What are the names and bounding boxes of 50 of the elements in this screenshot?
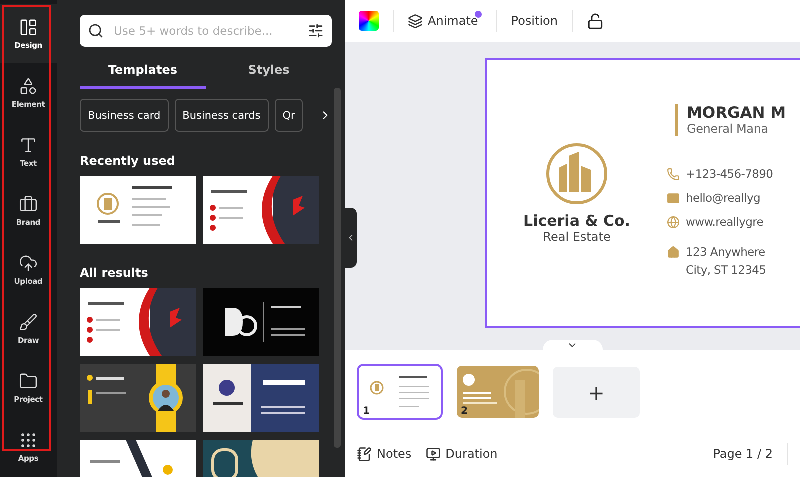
company-tagline: Real Estate xyxy=(543,230,611,244)
scrollbar[interactable] xyxy=(334,88,341,448)
search-icon xyxy=(88,23,104,39)
sidebar-icon xyxy=(19,136,38,154)
business-card[interactable]: Liceria & Co. Real Estate MORGAN M General Mana +123-456-7890 hello@reallyg www.reallygre 123 Anywhere City, ST 12345 xyxy=(485,58,800,328)
contact-text: 123 Anywhere xyxy=(686,244,766,261)
page-indicator[interactable]: Page 1 / 2 xyxy=(713,447,773,461)
job-title: General Mana xyxy=(687,122,770,136)
page-thumbnail[interactable]: 2 xyxy=(455,364,541,420)
home-icon xyxy=(667,246,680,259)
page-number: 1 xyxy=(363,406,370,417)
animate-icon xyxy=(408,14,423,28)
tab[interactable]: Templates xyxy=(80,55,206,89)
filter-chip[interactable]: Qr xyxy=(274,99,304,132)
sidebar-icon xyxy=(19,312,38,332)
contact-text: City, ST 12345 xyxy=(686,262,766,279)
add-page-button[interactable]: + xyxy=(553,367,640,418)
collapse-handle[interactable] xyxy=(345,208,357,268)
globe-icon xyxy=(667,216,680,229)
animate-button[interactable]: Animate xyxy=(408,14,478,28)
tab[interactable]: Styles xyxy=(206,55,332,89)
section-heading: Recently used xyxy=(80,154,176,168)
building-logo xyxy=(545,142,609,206)
person-name: MORGAN M xyxy=(687,104,788,122)
contact-text: +123-456-7890 xyxy=(686,166,774,183)
lock-icon[interactable] xyxy=(587,12,604,30)
page-number: 2 xyxy=(461,406,468,417)
duration-icon xyxy=(426,446,441,462)
filter-chip[interactable]: Business card xyxy=(80,99,169,132)
page-thumbnail[interactable]: 1 xyxy=(357,364,443,420)
position-button[interactable]: Position xyxy=(511,14,558,28)
phone-icon xyxy=(667,168,680,181)
contact-text: www.reallygre xyxy=(686,214,764,231)
sidebar-icon xyxy=(19,430,38,450)
filter-icon xyxy=(308,23,324,39)
sidebar-icon xyxy=(19,372,38,390)
notes-icon xyxy=(357,446,372,462)
sidebar-icon xyxy=(19,76,38,96)
section-heading: All results xyxy=(80,266,150,280)
mail-icon xyxy=(667,192,680,205)
sidebar-icon xyxy=(19,18,38,36)
sidebar-icon xyxy=(19,254,38,272)
company-name: Liceria & Co. xyxy=(524,212,630,230)
search-field[interactable]: Use 5+ words to describe... xyxy=(80,15,332,47)
contact-text: hello@reallyg xyxy=(686,190,760,207)
filter-chip[interactable]: Business cards xyxy=(174,99,269,132)
sidebar-icon xyxy=(19,194,38,214)
duration-button[interactable]: Duration xyxy=(426,446,498,462)
notes-button[interactable]: Notes xyxy=(357,446,412,462)
color-picker-icon[interactable] xyxy=(359,11,379,31)
